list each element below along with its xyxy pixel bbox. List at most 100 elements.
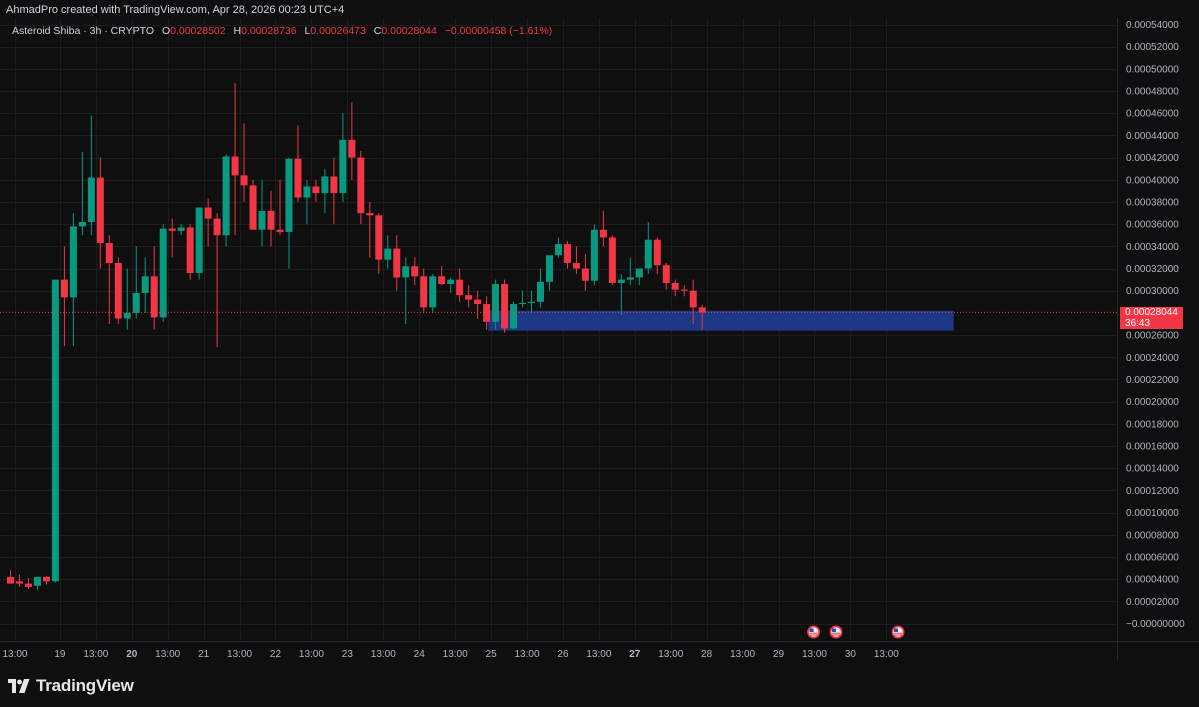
- candle-body: [492, 284, 500, 322]
- time-tick-label: 30: [845, 649, 857, 660]
- us-flag-icon[interactable]: [891, 625, 905, 639]
- candle-body: [312, 186, 320, 194]
- candle-body: [447, 279, 455, 285]
- candle-body: [599, 229, 607, 238]
- candle-body: [114, 262, 122, 319]
- candle-body: [87, 177, 95, 222]
- attribution-text: AhmadPro created with TradingView.com, A…: [6, 4, 345, 16]
- candle[interactable]: [249, 179, 257, 230]
- symbol-title[interactable]: Asteroid Shiba · 3h · CRYPTO: [12, 25, 154, 37]
- candle[interactable]: [222, 154, 230, 247]
- candle-body: [339, 139, 347, 194]
- candle-body: [249, 185, 257, 230]
- time-tick-label: 13:00: [586, 649, 611, 660]
- candle-body: [42, 576, 50, 582]
- time-tick-label: 13:00: [299, 649, 324, 660]
- candle-body: [330, 176, 338, 194]
- candle-body: [644, 239, 652, 269]
- time-tick-label: 13:00: [515, 649, 540, 660]
- candle[interactable]: [195, 207, 203, 280]
- us-flag-icon[interactable]: [829, 625, 843, 639]
- candle-body: [536, 281, 544, 302]
- low-value: 0.00026473: [310, 25, 366, 37]
- candle-body: [150, 276, 158, 318]
- time-tick-label: 27: [629, 649, 641, 660]
- brand-name: TradingView: [36, 676, 134, 695]
- price-tick-label: 0.00018000: [1126, 419, 1179, 430]
- price-tick-label: 0.00050000: [1126, 64, 1179, 75]
- candle-body: [375, 215, 383, 260]
- candle-body: [501, 284, 509, 329]
- candle-body: [572, 262, 580, 269]
- candle-body: [294, 158, 302, 198]
- open-value: 0.00028502: [170, 25, 226, 37]
- candle-body: [7, 576, 14, 584]
- candle-body: [303, 186, 311, 198]
- candle-body: [51, 279, 59, 582]
- candle-body: [96, 177, 104, 244]
- candle-body: [653, 239, 661, 266]
- candle[interactable]: [429, 274, 437, 313]
- candle-body: [510, 304, 518, 329]
- candle-body: [357, 157, 365, 214]
- time-tick-label: 20: [126, 649, 138, 660]
- tradingview-brand[interactable]: TradingView: [8, 674, 134, 698]
- bar-countdown: 36:43: [1125, 318, 1151, 329]
- time-tick-label: 13:00: [371, 649, 396, 660]
- symbol-legend: Asteroid Shiba · 3h · CRYPTO O0.00028502…: [12, 25, 552, 37]
- price-tick-label: 0.00016000: [1126, 442, 1179, 453]
- candle-body: [213, 218, 221, 236]
- candle[interactable]: [590, 224, 598, 286]
- time-tick-label: 24: [414, 649, 426, 660]
- price-tick-label: 0.00014000: [1126, 464, 1179, 475]
- price-tick-label: 0.00022000: [1126, 375, 1179, 386]
- time-tick-label: 13:00: [802, 649, 827, 660]
- candle[interactable]: [608, 235, 616, 286]
- candle-body: [321, 176, 329, 194]
- candle-body: [617, 279, 625, 283]
- price-tick-label: 0.00020000: [1126, 397, 1179, 408]
- price-tick-label: 0.00052000: [1126, 42, 1179, 53]
- candle-body: [554, 244, 562, 256]
- candle-body: [429, 276, 437, 308]
- candle-body: [267, 210, 275, 230]
- candle-body: [689, 290, 697, 308]
- candle-body: [662, 265, 670, 283]
- candle-body: [15, 581, 23, 584]
- candle-body: [141, 276, 149, 293]
- candle-body: [105, 243, 113, 263]
- price-tick-label: 0.00036000: [1126, 220, 1179, 231]
- us-flag-icon[interactable]: [807, 625, 821, 639]
- candle-body: [60, 279, 68, 298]
- time-tick-label: 13:00: [658, 649, 683, 660]
- open-label: O: [161, 25, 171, 37]
- time-tick-label: 13:00: [155, 649, 180, 660]
- candle[interactable]: [186, 224, 194, 280]
- candle-body: [78, 221, 86, 227]
- candle-body: [384, 248, 392, 260]
- candlestick-chart[interactable]: 0.00054000 0.00052000 0.00050000 0.00048000…: [0, 0, 1199, 707]
- candle-body: [195, 207, 203, 273]
- candle-body: [231, 156, 239, 176]
- price-tick-label: 0.00008000: [1126, 530, 1179, 541]
- candle[interactable]: [114, 257, 122, 324]
- time-tick-label: 13:00: [443, 649, 468, 660]
- candle[interactable]: [510, 301, 518, 330]
- candle-body: [24, 583, 32, 587]
- support-zone-rectangle[interactable]: [488, 310, 954, 331]
- candle-body: [590, 229, 598, 281]
- candle-body: [581, 268, 589, 281]
- price-tick-label: 0.00054000: [1126, 20, 1179, 31]
- price-tick-label: 0.00030000: [1126, 286, 1179, 297]
- price-tick-label: 0.00010000: [1126, 508, 1179, 519]
- candle-body: [698, 307, 706, 313]
- candle[interactable]: [159, 224, 167, 322]
- candle-body: [393, 248, 401, 278]
- candle-body: [608, 237, 616, 283]
- change-value: −0.00000458 (−1.61%): [444, 25, 553, 37]
- candle[interactable]: [501, 279, 509, 333]
- close-value: 0.00028044: [381, 25, 437, 37]
- candle[interactable]: [51, 279, 59, 583]
- candle-body: [411, 266, 419, 277]
- time-tick-label: 13:00: [83, 649, 108, 660]
